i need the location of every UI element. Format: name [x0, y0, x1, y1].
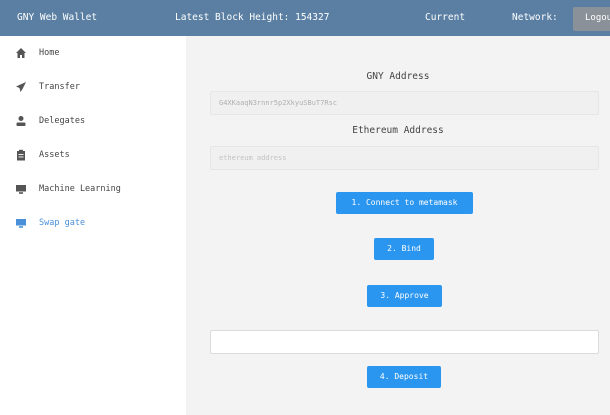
amount-field[interactable] [210, 330, 599, 354]
sidebar: Home Transfer Delegates Assets Machine L… [0, 36, 186, 415]
connect-metamask-button[interactable]: 1. Connect to metamask [336, 192, 473, 214]
gny-address-label: GNY Address [366, 71, 430, 82]
ethereum-address-field[interactable] [210, 146, 599, 170]
monitor-icon [16, 219, 26, 228]
gny-address-input[interactable] [211, 92, 598, 114]
sidebar-item-label: Transfer [39, 82, 80, 92]
logout-button[interactable]: Logou [573, 7, 610, 31]
ethereum-address-input[interactable] [211, 147, 598, 169]
app-title: GNY Web Wallet [17, 12, 98, 23]
top-header: GNY Web Wallet Latest Block Height: 1543… [0, 0, 610, 36]
user-icon [16, 116, 26, 126]
sidebar-item-label: Assets [39, 150, 70, 160]
swap-gate-panel: GNY Address Ethereum Address 1. Connect … [186, 36, 610, 415]
sidebar-item-delegates[interactable]: Delegates [0, 107, 186, 135]
sidebar-item-label: Machine Learning [39, 184, 121, 194]
approve-button[interactable]: 3. Approve [367, 285, 442, 307]
amount-input[interactable] [211, 331, 598, 353]
home-icon [16, 48, 26, 58]
gny-address-field[interactable] [210, 91, 599, 115]
sidebar-item-transfer[interactable]: Transfer [0, 73, 186, 101]
monitor-icon [16, 185, 26, 194]
current-label: Current [425, 12, 466, 23]
bind-button[interactable]: 2. Bind [374, 238, 434, 260]
send-icon [16, 82, 26, 92]
block-height: Latest Block Height: 154327 [175, 12, 330, 23]
sidebar-item-home[interactable]: Home [0, 39, 186, 67]
sidebar-item-assets[interactable]: Assets [0, 141, 186, 169]
ethereum-address-label: Ethereum Address [352, 125, 444, 136]
sidebar-item-swap-gate[interactable]: Swap gate [0, 209, 186, 237]
sidebar-item-label: Home [39, 48, 60, 58]
network-label: Network: [512, 12, 558, 23]
sidebar-item-label: Delegates [39, 116, 86, 126]
sidebar-item-machine-learning[interactable]: Machine Learning [0, 175, 186, 203]
sidebar-item-label: Swap gate [39, 218, 86, 228]
deposit-button[interactable]: 4. Deposit [367, 366, 441, 388]
clipboard-icon [17, 149, 25, 161]
